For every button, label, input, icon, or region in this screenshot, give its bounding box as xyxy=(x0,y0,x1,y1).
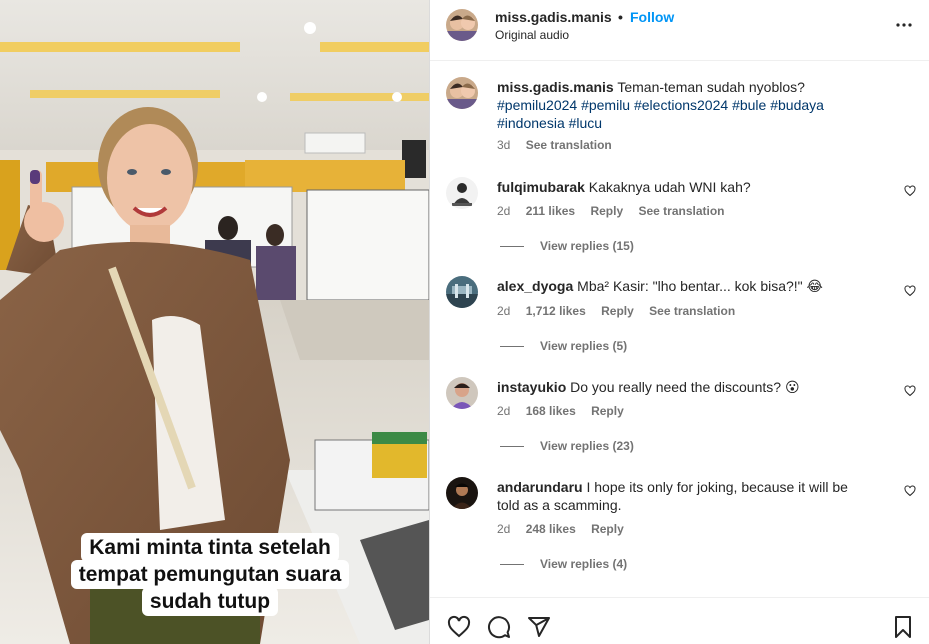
comment-meta: 2d 1,712 likes Reply See translation xyxy=(497,304,747,318)
comment-time[interactable]: 2d xyxy=(497,204,510,218)
hashtag[interactable]: #indonesia xyxy=(497,115,565,131)
replies-line xyxy=(500,446,524,448)
caption-body: Teman-teman sudah nyoblos? xyxy=(617,79,805,95)
commenter-avatar[interactable] xyxy=(446,276,478,308)
commenter-avatar[interactable] xyxy=(446,177,478,209)
comment-likes[interactable]: 168 likes xyxy=(526,404,576,418)
comment-time[interactable]: 2d xyxy=(497,304,510,318)
follow-button[interactable]: Follow xyxy=(630,9,674,25)
caption-text: miss.gadis.manis Teman-teman sudah nyobl… xyxy=(497,78,865,132)
comment-time[interactable]: 2d xyxy=(497,522,510,536)
video-caption: Kami minta tinta setelah tempat pemungut… xyxy=(60,533,360,616)
comment-like-icon[interactable] xyxy=(904,385,916,397)
comment-time[interactable]: 2d xyxy=(497,404,510,418)
reply-button[interactable]: Reply xyxy=(590,204,623,218)
post-panel: miss.gadis.manis • Follow Original audio… xyxy=(429,0,929,644)
view-replies-button[interactable]: View replies (15) xyxy=(500,239,634,253)
view-replies-button[interactable]: View replies (23) xyxy=(500,439,634,453)
author-username[interactable]: miss.gadis.manis xyxy=(495,9,612,25)
view-replies-label: View replies (15) xyxy=(540,239,634,253)
comment-like-icon[interactable] xyxy=(904,285,916,297)
commenter-avatar[interactable] xyxy=(446,477,478,509)
replies-line xyxy=(500,346,524,348)
hashtag[interactable]: #elections2024 xyxy=(634,97,728,113)
see-translation-link[interactable]: See translation xyxy=(526,138,612,152)
view-replies-label: View replies (5) xyxy=(540,339,628,353)
comment-text: andarundaru I hope its only for joking, … xyxy=(497,478,865,514)
view-replies-button[interactable]: View replies (4) xyxy=(500,557,627,571)
comment-likes[interactable]: 211 likes xyxy=(526,204,575,218)
post-header: miss.gadis.manis • Follow Original audio xyxy=(430,0,929,61)
comment-likes[interactable]: 1,712 likes xyxy=(526,304,586,318)
comment-body: Kakaknya udah WNI kah? xyxy=(588,179,751,195)
comment-like-icon[interactable] xyxy=(904,485,916,497)
view-replies-label: View replies (4) xyxy=(540,557,628,571)
caption-avatar[interactable] xyxy=(446,77,478,109)
comment-icon[interactable] xyxy=(487,615,511,639)
reply-button[interactable]: Reply xyxy=(591,404,624,418)
bookmark-icon[interactable] xyxy=(891,615,915,639)
reply-button[interactable]: Reply xyxy=(591,522,624,536)
caption-meta: 3d See translation xyxy=(497,138,624,152)
hashtag[interactable]: #bule xyxy=(732,97,766,113)
heart-icon[interactable] xyxy=(447,615,471,639)
view-replies-button[interactable]: View replies (5) xyxy=(500,339,627,353)
hashtag[interactable]: #budaya xyxy=(770,97,824,113)
hashtag[interactable]: #lucu xyxy=(569,115,602,131)
hashtag[interactable]: #pemilu xyxy=(581,97,630,113)
replies-line xyxy=(500,246,524,248)
share-icon[interactable] xyxy=(527,615,551,639)
commenter-avatar[interactable] xyxy=(446,377,478,409)
caption-line-3: sudah tutup xyxy=(141,587,279,616)
comment-username[interactable]: instayukio xyxy=(497,379,566,395)
video-player[interactable]: Kami minta tinta setelah tempat pemungut… xyxy=(0,0,429,644)
comment-text: fulqimubarak Kakaknya udah WNI kah? xyxy=(497,178,865,196)
view-replies-label: View replies (23) xyxy=(540,439,634,453)
caption-username[interactable]: miss.gadis.manis xyxy=(497,79,614,95)
comment-meta: 2d 211 likes Reply See translation xyxy=(497,204,737,218)
reply-button[interactable]: Reply xyxy=(601,304,634,318)
caption-line-2: tempat pemungutan suara xyxy=(70,560,350,589)
comment-body: Do you really need the discounts? 😮 xyxy=(570,379,800,395)
comments-list[interactable]: miss.gadis.manis Teman-teman sudah nyobl… xyxy=(430,62,929,597)
see-translation-link[interactable]: See translation xyxy=(638,204,724,218)
caption-line-1: Kami minta tinta setelah xyxy=(81,533,339,562)
comment-text: instayukio Do you really need the discou… xyxy=(497,378,865,396)
comment-body: Mba² Kasir: "lho bentar... kok bisa?!" 😂 xyxy=(577,278,823,294)
comment-meta: 2d 248 likes Reply xyxy=(497,522,636,536)
comment-meta: 2d 168 likes Reply xyxy=(497,404,636,418)
replies-line xyxy=(500,564,524,566)
more-horizontal-icon[interactable] xyxy=(892,13,916,37)
author-avatar[interactable] xyxy=(446,9,478,41)
comment-likes[interactable]: 248 likes xyxy=(526,522,576,536)
caption-time[interactable]: 3d xyxy=(497,138,510,152)
comment-text: alex_dyoga Mba² Kasir: "lho bentar... ko… xyxy=(497,277,865,295)
action-bar xyxy=(430,597,929,644)
comment-like-icon[interactable] xyxy=(904,185,916,197)
comment-username[interactable]: fulqimubarak xyxy=(497,179,585,195)
separator-dot: • xyxy=(618,9,623,25)
hashtag[interactable]: #pemilu2024 xyxy=(497,97,577,113)
see-translation-link[interactable]: See translation xyxy=(649,304,735,318)
comment-username[interactable]: andarundaru xyxy=(497,479,583,495)
comment-username[interactable]: alex_dyoga xyxy=(497,278,573,294)
audio-label[interactable]: Original audio xyxy=(495,28,569,42)
